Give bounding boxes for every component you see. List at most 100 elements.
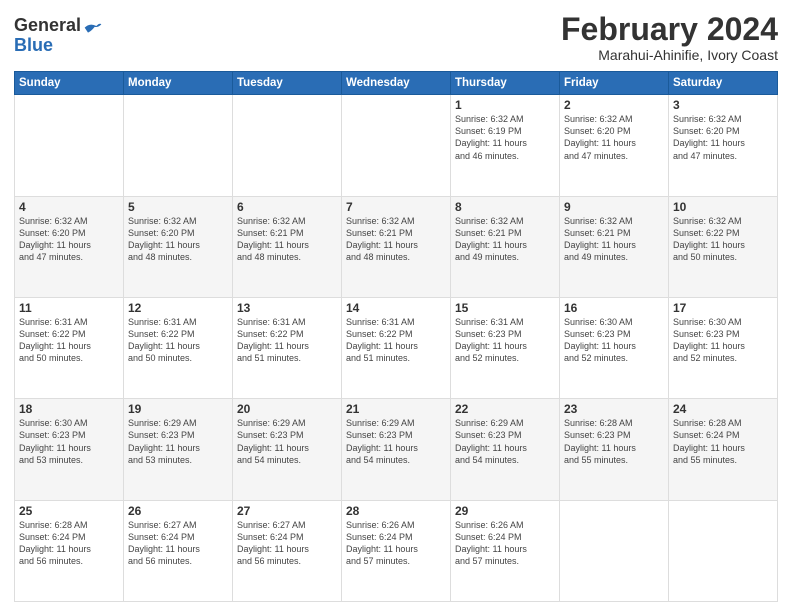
table-row: 16Sunrise: 6:30 AM Sunset: 6:23 PM Dayli… bbox=[560, 297, 669, 398]
day-number: 8 bbox=[455, 200, 555, 214]
table-row: 8Sunrise: 6:32 AM Sunset: 6:21 PM Daylig… bbox=[451, 196, 560, 297]
table-row: 26Sunrise: 6:27 AM Sunset: 6:24 PM Dayli… bbox=[124, 500, 233, 601]
day-number: 5 bbox=[128, 200, 228, 214]
day-number: 14 bbox=[346, 301, 446, 315]
day-info: Sunrise: 6:30 AM Sunset: 6:23 PM Dayligh… bbox=[564, 316, 664, 365]
table-row bbox=[15, 95, 124, 196]
day-number: 27 bbox=[237, 504, 337, 518]
day-info: Sunrise: 6:29 AM Sunset: 6:23 PM Dayligh… bbox=[455, 417, 555, 466]
table-row: 6Sunrise: 6:32 AM Sunset: 6:21 PM Daylig… bbox=[233, 196, 342, 297]
day-info: Sunrise: 6:29 AM Sunset: 6:23 PM Dayligh… bbox=[346, 417, 446, 466]
table-row: 14Sunrise: 6:31 AM Sunset: 6:22 PM Dayli… bbox=[342, 297, 451, 398]
logo: General Blue bbox=[14, 16, 103, 56]
table-row: 11Sunrise: 6:31 AM Sunset: 6:22 PM Dayli… bbox=[15, 297, 124, 398]
logo-text: General Blue bbox=[14, 16, 81, 56]
table-row: 4Sunrise: 6:32 AM Sunset: 6:20 PM Daylig… bbox=[15, 196, 124, 297]
calendar-week-row: 1Sunrise: 6:32 AM Sunset: 6:19 PM Daylig… bbox=[15, 95, 778, 196]
day-number: 29 bbox=[455, 504, 555, 518]
table-row: 22Sunrise: 6:29 AM Sunset: 6:23 PM Dayli… bbox=[451, 399, 560, 500]
table-row: 29Sunrise: 6:26 AM Sunset: 6:24 PM Dayli… bbox=[451, 500, 560, 601]
day-number: 21 bbox=[346, 402, 446, 416]
day-number: 7 bbox=[346, 200, 446, 214]
day-info: Sunrise: 6:31 AM Sunset: 6:23 PM Dayligh… bbox=[455, 316, 555, 365]
logo-general: General bbox=[14, 15, 81, 35]
col-wednesday: Wednesday bbox=[342, 72, 451, 95]
col-sunday: Sunday bbox=[15, 72, 124, 95]
day-number: 22 bbox=[455, 402, 555, 416]
day-info: Sunrise: 6:30 AM Sunset: 6:23 PM Dayligh… bbox=[673, 316, 773, 365]
day-info: Sunrise: 6:32 AM Sunset: 6:22 PM Dayligh… bbox=[673, 215, 773, 264]
day-number: 25 bbox=[19, 504, 119, 518]
logo-bird-icon bbox=[83, 21, 103, 41]
table-row bbox=[342, 95, 451, 196]
day-info: Sunrise: 6:29 AM Sunset: 6:23 PM Dayligh… bbox=[128, 417, 228, 466]
col-saturday: Saturday bbox=[669, 72, 778, 95]
day-info: Sunrise: 6:32 AM Sunset: 6:20 PM Dayligh… bbox=[19, 215, 119, 264]
day-info: Sunrise: 6:30 AM Sunset: 6:23 PM Dayligh… bbox=[19, 417, 119, 466]
day-info: Sunrise: 6:28 AM Sunset: 6:23 PM Dayligh… bbox=[564, 417, 664, 466]
day-info: Sunrise: 6:32 AM Sunset: 6:21 PM Dayligh… bbox=[237, 215, 337, 264]
day-info: Sunrise: 6:32 AM Sunset: 6:21 PM Dayligh… bbox=[346, 215, 446, 264]
day-info: Sunrise: 6:28 AM Sunset: 6:24 PM Dayligh… bbox=[19, 519, 119, 568]
day-info: Sunrise: 6:31 AM Sunset: 6:22 PM Dayligh… bbox=[237, 316, 337, 365]
table-row: 3Sunrise: 6:32 AM Sunset: 6:20 PM Daylig… bbox=[669, 95, 778, 196]
calendar-week-row: 18Sunrise: 6:30 AM Sunset: 6:23 PM Dayli… bbox=[15, 399, 778, 500]
col-monday: Monday bbox=[124, 72, 233, 95]
day-number: 2 bbox=[564, 98, 664, 112]
page: General Blue February 2024 Marahui-Ahini… bbox=[0, 0, 792, 612]
day-number: 10 bbox=[673, 200, 773, 214]
table-row bbox=[669, 500, 778, 601]
calendar-week-row: 11 Sunrise: 6:31 AM Sunset: 6:22 PM Dayli… bbox=[15, 297, 778, 398]
logo-area: General Blue bbox=[14, 16, 103, 56]
table-row bbox=[124, 95, 233, 196]
table-row: 19Sunrise: 6:29 AM Sunset: 6:23 PM Dayli… bbox=[124, 399, 233, 500]
day-number: 11 bbox=[19, 301, 119, 315]
day-number: 24 bbox=[673, 402, 773, 416]
day-info: Sunrise: 6:32 AM Sunset: 6:20 PM Dayligh… bbox=[673, 113, 773, 162]
table-row: 24Sunrise: 6:28 AM Sunset: 6:24 PM Dayli… bbox=[669, 399, 778, 500]
day-info: Sunrise: 6:31 AM Sunset: 6:22 PM Dayligh… bbox=[346, 316, 446, 365]
day-info: Sunrise: 6:32 AM Sunset: 6:20 PM Dayligh… bbox=[128, 215, 228, 264]
calendar-header-row: Sunday Monday Tuesday Wednesday Thursday… bbox=[15, 72, 778, 95]
day-number: 19 bbox=[128, 402, 228, 416]
day-info: Sunrise: 6:31 AM Sunset: 6:22 PM Dayligh… bbox=[128, 316, 228, 365]
day-number: 6 bbox=[237, 200, 337, 214]
header: General Blue February 2024 Marahui-Ahini… bbox=[14, 12, 778, 63]
table-row: 9Sunrise: 6:32 AM Sunset: 6:21 PM Daylig… bbox=[560, 196, 669, 297]
title-area: February 2024 Marahui-Ahinifie, Ivory Co… bbox=[561, 12, 778, 63]
table-row: 17Sunrise: 6:30 AM Sunset: 6:23 PM Dayli… bbox=[669, 297, 778, 398]
table-row bbox=[233, 95, 342, 196]
day-number: 18 bbox=[19, 402, 119, 416]
table-row: 27Sunrise: 6:27 AM Sunset: 6:24 PM Dayli… bbox=[233, 500, 342, 601]
day-number: 13 bbox=[237, 301, 337, 315]
table-row: 10Sunrise: 6:32 AM Sunset: 6:22 PM Dayli… bbox=[669, 196, 778, 297]
day-info: Sunrise: 6:27 AM Sunset: 6:24 PM Dayligh… bbox=[128, 519, 228, 568]
day-number: 4 bbox=[19, 200, 119, 214]
day-number: 1 bbox=[455, 98, 555, 112]
day-info: Sunrise: 6:32 AM Sunset: 6:21 PM Dayligh… bbox=[564, 215, 664, 264]
logo-blue: Blue bbox=[14, 35, 53, 55]
day-number: 15 bbox=[455, 301, 555, 315]
col-thursday: Thursday bbox=[451, 72, 560, 95]
calendar-table: Sunday Monday Tuesday Wednesday Thursday… bbox=[14, 71, 778, 602]
day-info: Sunrise: 6:32 AM Sunset: 6:19 PM Dayligh… bbox=[455, 113, 555, 162]
table-row: 21Sunrise: 6:29 AM Sunset: 6:23 PM Dayli… bbox=[342, 399, 451, 500]
col-friday: Friday bbox=[560, 72, 669, 95]
day-number: 9 bbox=[564, 200, 664, 214]
calendar-week-row: 25Sunrise: 6:28 AM Sunset: 6:24 PM Dayli… bbox=[15, 500, 778, 601]
day-number: 12 bbox=[128, 301, 228, 315]
day-info: Sunrise: 6:26 AM Sunset: 6:24 PM Dayligh… bbox=[455, 519, 555, 568]
day-number: 17 bbox=[673, 301, 773, 315]
day-number: 16 bbox=[564, 301, 664, 315]
table-row bbox=[560, 500, 669, 601]
location-subtitle: Marahui-Ahinifie, Ivory Coast bbox=[561, 47, 778, 63]
table-row: 15Sunrise: 6:31 AM Sunset: 6:23 PM Dayli… bbox=[451, 297, 560, 398]
day-info: Sunrise: 6:29 AM Sunset: 6:23 PM Dayligh… bbox=[237, 417, 337, 466]
table-row: 25Sunrise: 6:28 AM Sunset: 6:24 PM Dayli… bbox=[15, 500, 124, 601]
day-info: Sunrise: 6:32 AM Sunset: 6:21 PM Dayligh… bbox=[455, 215, 555, 264]
day-number: 23 bbox=[564, 402, 664, 416]
table-row: 18Sunrise: 6:30 AM Sunset: 6:23 PM Dayli… bbox=[15, 399, 124, 500]
table-row: 1Sunrise: 6:32 AM Sunset: 6:19 PM Daylig… bbox=[451, 95, 560, 196]
day-number: 28 bbox=[346, 504, 446, 518]
table-row: 7Sunrise: 6:32 AM Sunset: 6:21 PM Daylig… bbox=[342, 196, 451, 297]
